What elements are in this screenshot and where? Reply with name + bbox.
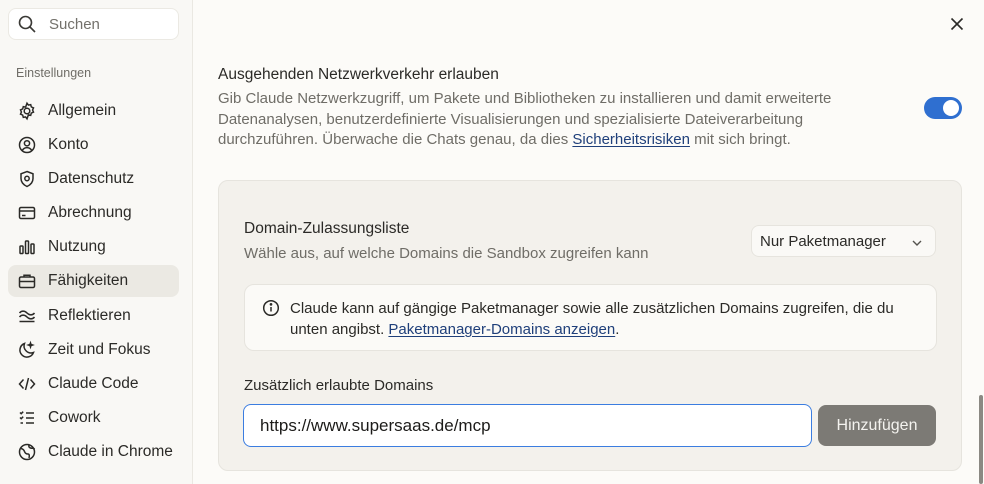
code-icon <box>18 377 36 390</box>
sidebar-item-label: Nutzung <box>48 238 106 256</box>
sidebar-item-faehigkeiten[interactable]: Fähigkeiten <box>8 265 179 298</box>
toggle-knob <box>943 100 959 116</box>
sidebar-item-label: Claude in Chrome <box>48 442 173 460</box>
chevron-down-icon <box>912 240 922 246</box>
info-icon <box>262 299 280 317</box>
list-icon <box>19 411 34 424</box>
user-circle-icon <box>18 136 36 154</box>
info-text-end: . <box>615 321 620 338</box>
gear-icon <box>19 101 35 121</box>
network-access-toggle[interactable] <box>924 97 962 119</box>
sidebar-item-label: Konto <box>48 136 89 154</box>
allowlist-select[interactable]: Nur Paketmanager <box>751 225 936 257</box>
sidebar-item-label: Claude Code <box>48 374 139 392</box>
globe-icon <box>18 443 36 461</box>
credit-card-icon <box>18 207 36 220</box>
sidebar-item-label: Zeit und Fokus <box>48 340 151 358</box>
search-placeholder: Suchen <box>49 15 100 33</box>
sidebar-item-zeit-und-fokus[interactable]: Zeit und Fokus <box>8 334 179 366</box>
sidebar-item-abrechnung[interactable]: Abrechnung <box>8 197 179 229</box>
close-icon <box>950 17 964 31</box>
settings-window: Suchen Einstellungen Allgemein Konto Dat… <box>0 0 984 484</box>
sidebar-item-claude-code[interactable]: Claude Code <box>8 368 179 400</box>
sidebar-item-datenschutz[interactable]: Datenschutz <box>8 163 179 195</box>
allowlist-subtitle: Wähle aus, auf welche Domains die Sandbo… <box>244 245 649 262</box>
shield-icon <box>20 170 34 188</box>
sidebar-item-label: Reflektieren <box>48 306 131 324</box>
sidebar-item-label: Fähigkeiten <box>48 272 129 290</box>
additional-domain-input[interactable] <box>243 404 812 447</box>
allowlist-title: Domain-Zulassungsliste <box>244 220 410 237</box>
sidebar-item-cowork[interactable]: Cowork <box>8 402 179 434</box>
sidebar-item-reflektieren[interactable]: Reflektieren <box>8 300 179 332</box>
info-callout: Claude kann auf gängige Paketmanager sow… <box>244 284 937 351</box>
toolbox-icon <box>18 275 36 289</box>
sidebar-item-nutzung[interactable]: Nutzung <box>8 231 179 263</box>
scrollbar[interactable] <box>979 395 983 484</box>
sidebar-item-label: Abrechnung <box>48 204 132 222</box>
description-text-end: mit sich bringt. <box>689 131 791 148</box>
sidebar-item-konto[interactable]: Konto <box>8 129 179 161</box>
additional-domains-label: Zusätzlich erlaubte Domains <box>244 377 434 394</box>
setting-title: Ausgehenden Netzwerkverkehr erlauben <box>218 66 499 83</box>
show-package-domains-link[interactable]: Paketmanager-Domains anzeigen <box>388 321 615 338</box>
sidebar-item-label: Cowork <box>48 408 101 426</box>
setting-description: Gib Claude Netzwerkzugriff, um Pakete un… <box>218 89 878 151</box>
sidebar-item-label: Allgemein <box>48 102 117 119</box>
info-text: Claude kann auf gängige Paketmanager sow… <box>290 298 910 340</box>
close-button[interactable] <box>946 13 968 35</box>
waves-icon <box>18 309 36 322</box>
settings-nav: Allgemein Konto Datenschutz Abrechnung N… <box>8 95 179 470</box>
sidebar-item-label: Datenschutz <box>48 170 135 188</box>
search-icon <box>18 15 36 33</box>
security-risks-link[interactable]: Sicherheitsrisiken <box>572 131 690 148</box>
bar-chart-icon <box>19 240 35 255</box>
domain-allowlist-panel: Domain-Zulassungsliste Wähle aus, auf we… <box>218 180 962 471</box>
sidebar-item-claude-in-chrome[interactable]: Claude in Chrome <box>8 436 179 468</box>
moon-icon <box>19 340 35 358</box>
add-domain-button[interactable]: Hinzufügen <box>818 405 936 446</box>
search-input[interactable]: Suchen <box>8 8 179 40</box>
allowlist-select-value: Nur Paketmanager <box>760 232 886 250</box>
settings-section-label: Einstellungen <box>16 66 92 80</box>
sidebar-item-allgemein[interactable]: Allgemein <box>8 95 179 127</box>
sidebar: Suchen Einstellungen Allgemein Konto Dat… <box>0 0 193 484</box>
